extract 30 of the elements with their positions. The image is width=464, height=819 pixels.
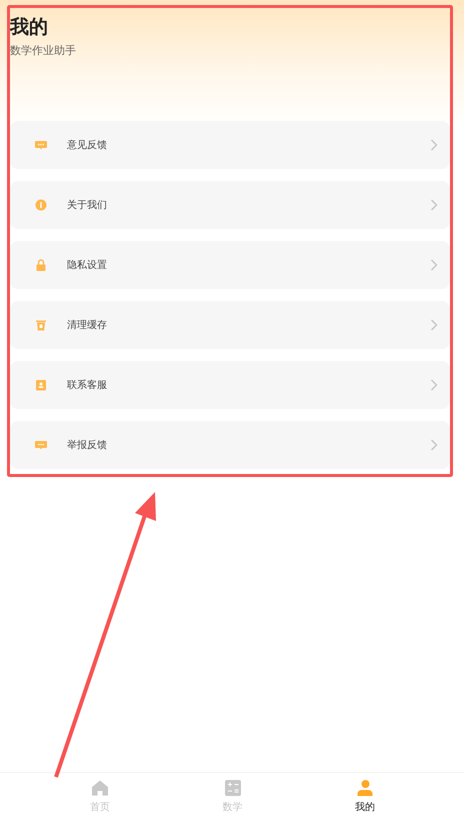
info-icon — [35, 199, 47, 211]
menu-label: 意见反馈 — [67, 138, 108, 152]
menu-item[interactable]: 隐私设置 — [10, 241, 450, 289]
menu-item[interactable]: 联系客服 — [10, 361, 450, 409]
chevron-right-icon — [430, 259, 438, 271]
lock-icon — [35, 259, 47, 271]
chat-icon — [35, 439, 47, 451]
menu-label: 关于我们 — [67, 198, 108, 212]
chevron-right-icon — [430, 319, 438, 331]
menu-label: 隐私设置 — [67, 258, 108, 272]
chevron-right-icon — [430, 139, 438, 151]
calculator-icon — [224, 778, 242, 796]
chevron-right-icon — [430, 379, 438, 391]
menu-item[interactable]: 清理缓存 — [10, 301, 450, 349]
menu-label: 清理缓存 — [67, 318, 108, 332]
menu-item[interactable]: 意见反馈 — [10, 121, 450, 169]
chevron-right-icon — [430, 199, 438, 211]
trash-icon — [35, 319, 47, 331]
contact-icon — [35, 379, 47, 391]
menu-label: 联系客服 — [67, 378, 108, 392]
chat-icon — [35, 139, 47, 151]
home-icon — [91, 778, 109, 796]
menu-item[interactable]: 关于我们 — [10, 181, 450, 229]
menu-item[interactable]: 举报反馈 — [10, 421, 450, 469]
page-subtitle: 数学作业助手 — [10, 43, 77, 58]
menu-label: 举报反馈 — [67, 438, 108, 452]
chevron-right-icon — [430, 439, 438, 451]
tab[interactable]: 我的 — [331, 773, 399, 819]
user-icon — [356, 778, 374, 796]
page-title: 我的 — [10, 15, 49, 40]
